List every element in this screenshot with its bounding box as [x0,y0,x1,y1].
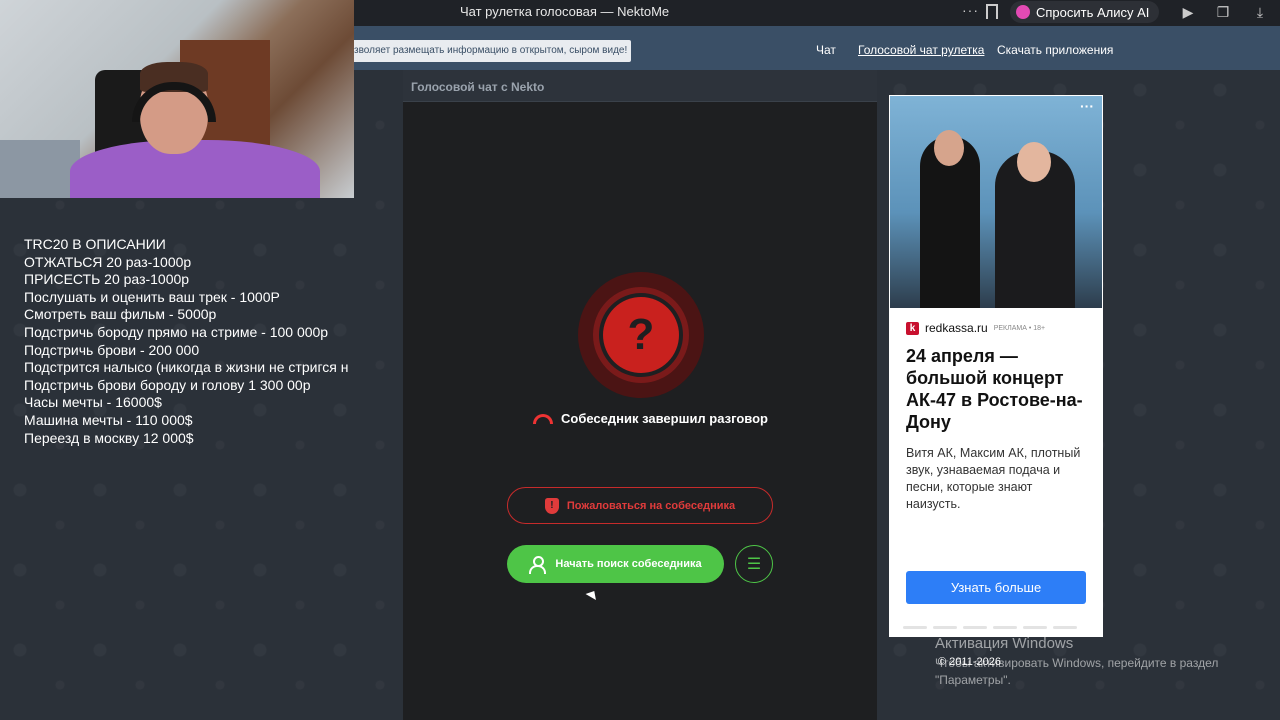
chat-title: Голосовой чат с Nekto [411,80,545,94]
start-search-button[interactable]: Начать поиск собеседника [507,545,724,583]
report-label: Пожаловаться на собеседника [566,499,736,512]
overlay-line: TRC20 В ОПИСАНИИ [24,236,166,252]
notice-banner: зволяет размещать информацию в открытом,… [348,40,632,62]
tab-title: Чат рулетка голосовая — NektoMe [460,4,670,19]
alice-label: Спросить Алису AI [1036,4,1150,20]
chat-panel: ? Собеседник завершил разговор ! Пожалов… [403,102,877,720]
chat-header: Голосовой чат с Nekto [403,70,877,102]
ad-image[interactable]: ··· [890,96,1102,308]
overlay-line: Машина мечты - 110 000$ [24,411,193,428]
alice-button[interactable]: Спросить Алису AI [1010,1,1160,23]
overlay-line: ОТЖАТЬСЯ 20 раз-1000р [24,253,192,270]
sliders-icon: ☰ [746,556,762,573]
more-icon[interactable]: ··· [962,2,979,18]
hangup-icon [533,413,553,424]
ad-pagination [903,626,1077,629]
overlay-line: ПРИСЕСТЬ 20 раз-1000р [24,271,190,288]
mouse-cursor [585,587,600,601]
bookmark-icon[interactable] [986,4,998,19]
overlay-line: Послушать и оценить ваш трек - 1000Р [24,288,280,305]
overlay-line: Подстричь бороду прямо на стриме - 100 0… [24,323,329,340]
ad-source: k redkassa.ru РЕКЛАМА • 18+ [906,321,1045,335]
ad-title[interactable]: 24 апреля — большой концерт АК-47 в Рост… [906,345,1094,433]
start-search-label: Начать поиск собеседника [555,558,702,570]
stream-donation-list: TRC20 В ОПИСАНИИ ОТЖАТЬСЯ 20 раз-1000р П… [24,236,376,447]
extensions-icon[interactable]: ❐ [1215,4,1231,20]
overlay-line: Часы мечты - 16000$ [24,394,162,411]
ad-description: Витя АК, Максим АК, плотный звук, узнава… [906,446,1081,511]
shield-icon: ! [544,497,559,514]
download-icon[interactable]: ⤓ [1252,4,1268,20]
question-icon: ? [603,297,679,373]
ad-learn-more-button[interactable]: Узнать больше [906,571,1086,604]
webcam-overlay [0,0,354,198]
overlay-line: Подстричь брови бороду и голову 1 300 00… [24,376,311,393]
nav-chat[interactable]: Чат [816,43,836,57]
ad-menu-icon[interactable]: ··· [1080,98,1094,114]
ad-banner[interactable]: ··· k redkassa.ru РЕКЛАМА • 18+ 24 апрел… [889,95,1103,637]
status-indicator: ? [578,272,704,398]
user-search-icon [529,556,547,574]
redkassa-logo-icon: k [906,321,919,335]
overlay-line: Смотреть ваш фильм - 5000р [24,306,217,323]
overlay-line: Подстрится налысо (никогда в жизни не ст… [24,359,349,376]
overlay-line: Переезд в москву 12 000$ [24,429,194,446]
play-icon[interactable]: ▶ [1180,4,1196,20]
ad-source-name: redkassa.ru [925,321,988,335]
ad-tag: РЕКЛАМА • 18+ [993,324,1046,332]
copyright: © 2011-2026 [938,656,1001,668]
overlay-line: Подстричь брови - 200 000 [24,341,200,358]
call-ended-text: Собеседник завершил разговор [561,411,768,426]
nav-download-apps[interactable]: Скачать приложения [997,43,1113,57]
nav-voice-chat[interactable]: Голосовой чат рулетка [858,43,984,57]
windows-activation-title: Активация Windows [935,635,1074,652]
report-button[interactable]: ! Пожаловаться на собеседника [507,487,773,524]
call-ended-status: Собеседник завершил разговор [533,411,768,426]
alice-icon [1016,5,1030,19]
filters-button[interactable]: ☰ [735,545,773,583]
